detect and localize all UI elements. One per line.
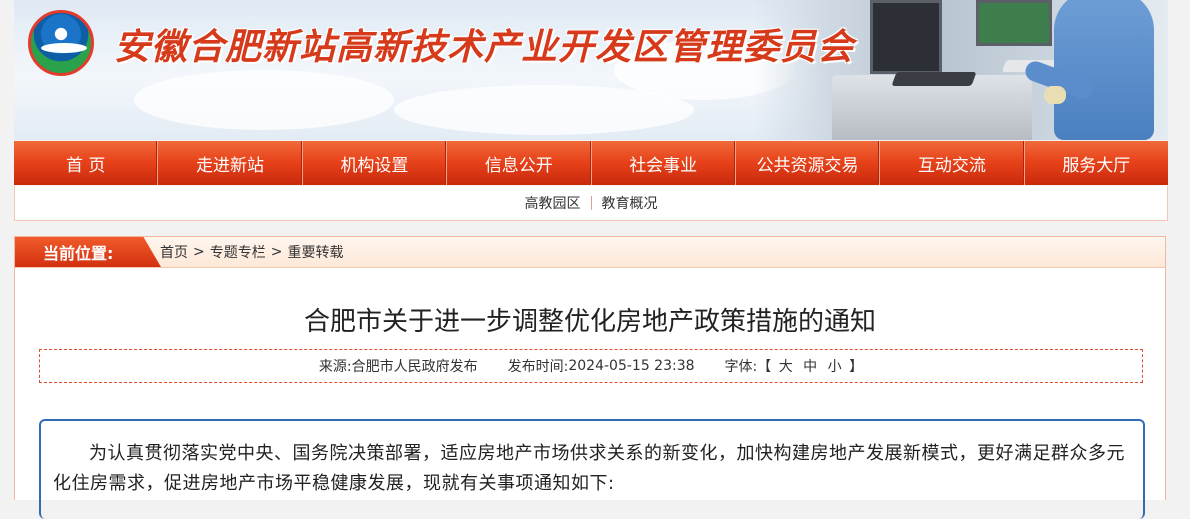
nav-item-about[interactable]: 走进新站 [158,141,303,185]
logo-swoosh [41,43,87,53]
font-size-label: 字体: [724,359,758,375]
bracket-close: 】 [849,359,864,375]
nav-item-social-affairs[interactable]: 社会事业 [592,141,736,185]
nav-item-info-disclosure[interactable]: 信息公开 [447,141,592,185]
sub-nav: 高教园区 教育概况 [14,186,1168,221]
subnav-link-campus[interactable]: 高教园区 [515,193,591,213]
date-label: 发布时间: [507,359,569,375]
monitor-image [976,0,1052,46]
site-logo[interactable] [28,10,94,76]
nav-item-public-resources[interactable]: 公共资源交易 [736,141,881,185]
breadcrumb-separator: > [193,244,205,260]
nav-item-organization[interactable]: 机构设置 [303,141,448,185]
font-size-medium[interactable]: 中 [803,359,817,375]
location-label: 当前位置: [15,237,161,267]
keyboard-image [891,72,977,86]
site-title: 安徽合肥新站高新技术产业开发区管理委员会 [114,26,855,68]
breadcrumb-topics[interactable]: 专题专栏 [210,242,266,262]
subnav-link-education[interactable]: 教育概况 [592,193,668,213]
nav-item-service-hall[interactable]: 服务大厅 [1025,141,1168,185]
date-value: 2024-05-15 23:38 [568,358,695,374]
breadcrumb-bar: 当前位置: 首页 > 专题专栏 > 重要转载 [15,237,1165,268]
breadcrumb-reprints[interactable]: 重要转载 [287,242,343,262]
article-paragraph: 为认真贯彻落实党中央、国务院决策部署，适应房地产市场供求关系的新变化，加快构建房… [53,443,1125,494]
nav-item-interaction[interactable]: 互动交流 [880,141,1025,185]
font-size-large[interactable]: 大 [779,359,793,375]
glove-image [1044,86,1066,104]
worker-image [1054,0,1154,140]
source-value: 合肥市人民政府发布 [351,359,478,375]
monitor-image [870,0,942,74]
source-label: 来源: [318,359,352,375]
breadcrumb-home[interactable]: 首页 [160,242,188,262]
main-nav: 首 页 走进新站 机构设置 信息公开 社会事业 公共资源交易 互动交流 服务大厅 [14,141,1168,185]
content-card: 当前位置: 首页 > 专题专栏 > 重要转载 合肥市关于进一步调整优化房地产政策… [14,236,1166,519]
breadcrumb: 首页 > 专题专栏 > 重要转载 [160,237,343,267]
font-size-small[interactable]: 小 [828,359,842,375]
bracket-open: 【 [757,359,772,375]
font-size-controls: 【 大 中 小 】 [757,356,863,376]
article-body: 为认真贯彻落实党中央、国务院决策部署，适应房地产市场供求关系的新变化，加快构建房… [39,419,1145,519]
article-meta: 来源: 合肥市人民政府发布 发布时间: 2024-05-15 23:38 字体:… [39,349,1143,383]
breadcrumb-separator: > [270,244,283,260]
header-banner: 安徽合肥新站高新技术产业开发区管理委员会 [14,0,1168,140]
cloud-decoration [134,70,394,130]
article-title: 合肥市关于进一步调整优化房地产政策措施的通知 [303,307,876,337]
nav-item-home[interactable]: 首 页 [14,141,159,185]
